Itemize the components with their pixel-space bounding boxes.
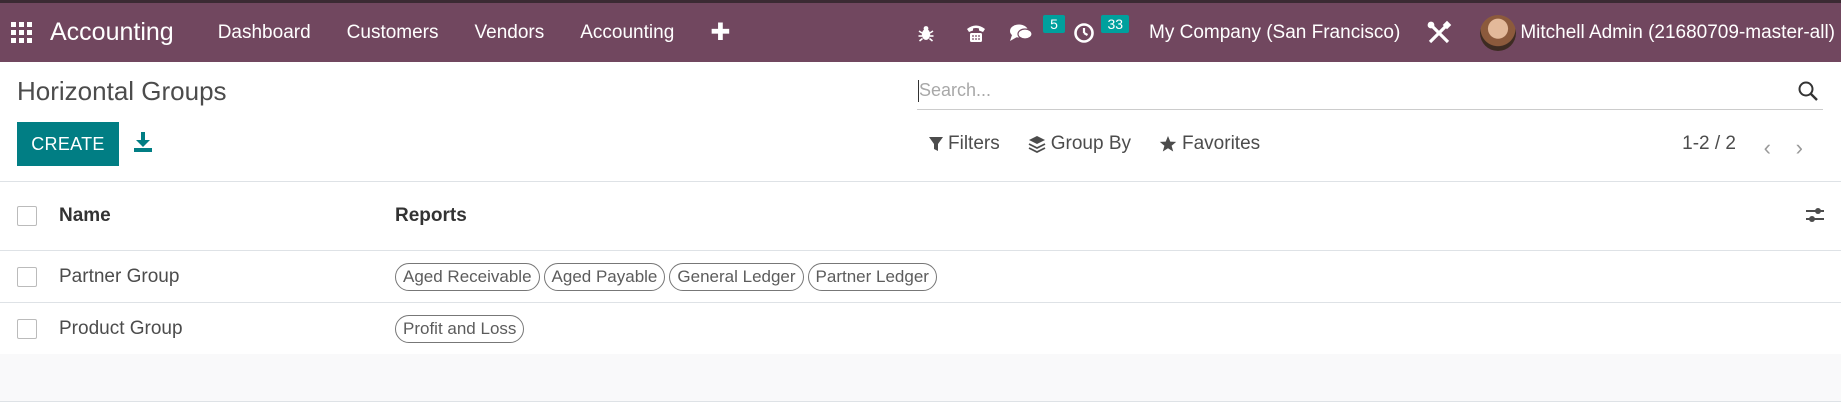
layers-icon	[1028, 136, 1046, 153]
column-header-reports[interactable]: Reports	[395, 205, 467, 227]
avatar	[1480, 14, 1517, 51]
activities-badge: 33	[1101, 15, 1130, 33]
row-name[interactable]: Partner Group	[59, 266, 179, 288]
group-by-label: Group By	[1050, 133, 1131, 154]
row-reports[interactable]: Aged Receivable Aged Payable General Led…	[395, 262, 941, 291]
top-navbar: Accounting Dashboard Customers Vendors A…	[0, 0, 1841, 62]
search-options: Filters Group By Favorites	[929, 133, 1288, 155]
menu-dashboard[interactable]: Dashboard	[200, 3, 329, 62]
tools-icon[interactable]	[1414, 3, 1464, 62]
row-checkbox[interactable]	[17, 318, 37, 339]
user-name: Mitchell Admin (21680709-master-all)	[1520, 21, 1835, 43]
search-bar	[917, 72, 1823, 110]
filter-icon	[929, 137, 943, 151]
column-settings-icon[interactable]	[1805, 206, 1825, 229]
row-reports[interactable]: Profit and Loss	[395, 314, 528, 343]
search-input[interactable]	[917, 80, 1777, 101]
list-empty-area	[0, 354, 1841, 402]
report-tag: Partner Ledger	[807, 262, 937, 291]
table-row[interactable]: Product Group Profit and Loss	[0, 303, 1841, 355]
app-brand[interactable]: Accounting	[50, 18, 174, 47]
filters-label: Filters	[948, 133, 1000, 154]
row-name[interactable]: Product Group	[59, 318, 183, 340]
column-header-name[interactable]: Name	[59, 205, 111, 227]
messages-icon[interactable]: 5	[1001, 3, 1066, 62]
user-menu[interactable]: Mitchell Admin (21680709-master-all)	[1480, 14, 1841, 51]
activity-clock-icon[interactable]: 33	[1065, 3, 1130, 62]
chevron-right-icon[interactable]: ›	[1796, 135, 1803, 161]
row-checkbox[interactable]	[17, 266, 37, 287]
apps-menu-icon[interactable]	[0, 3, 42, 62]
favorites-label: Favorites	[1182, 133, 1261, 154]
menu-vendors[interactable]: Vendors	[457, 3, 563, 62]
phone-icon[interactable]	[951, 3, 1001, 62]
search-icon[interactable]	[1797, 80, 1819, 107]
report-tag: Profit and Loss	[395, 314, 525, 343]
group-by-button[interactable]: Group By	[1028, 133, 1131, 155]
text-caret	[918, 80, 919, 102]
chevron-left-icon[interactable]: ‹	[1764, 135, 1771, 161]
bug-icon[interactable]	[901, 3, 951, 62]
page-title: Horizontal Groups	[17, 76, 227, 106]
report-tag: General Ledger	[669, 262, 804, 291]
star-icon	[1159, 136, 1177, 152]
messages-badge: 5	[1043, 15, 1066, 33]
table-row[interactable]: Partner Group Aged Receivable Aged Payab…	[0, 251, 1841, 303]
report-tag: Aged Payable	[543, 262, 666, 291]
select-all-checkbox[interactable]	[17, 206, 37, 226]
favorites-button[interactable]: Favorites	[1159, 133, 1260, 155]
table-header-row: Name Reports	[0, 182, 1841, 251]
download-icon[interactable]	[133, 131, 153, 153]
plus-icon[interactable]: ✚	[692, 3, 748, 62]
menu-customers[interactable]: Customers	[329, 3, 457, 62]
create-button[interactable]: CREATE	[17, 122, 119, 166]
filters-button[interactable]: Filters	[929, 133, 1000, 155]
company-switcher[interactable]: My Company (San Francisco)	[1149, 22, 1400, 44]
list-table: Name Reports Partner Group Aged Receivab…	[0, 182, 1841, 355]
pager-value[interactable]: 1-2 / 2	[1682, 133, 1736, 155]
report-tag: Aged Receivable	[395, 262, 540, 291]
menu-accounting[interactable]: Accounting	[562, 3, 692, 62]
